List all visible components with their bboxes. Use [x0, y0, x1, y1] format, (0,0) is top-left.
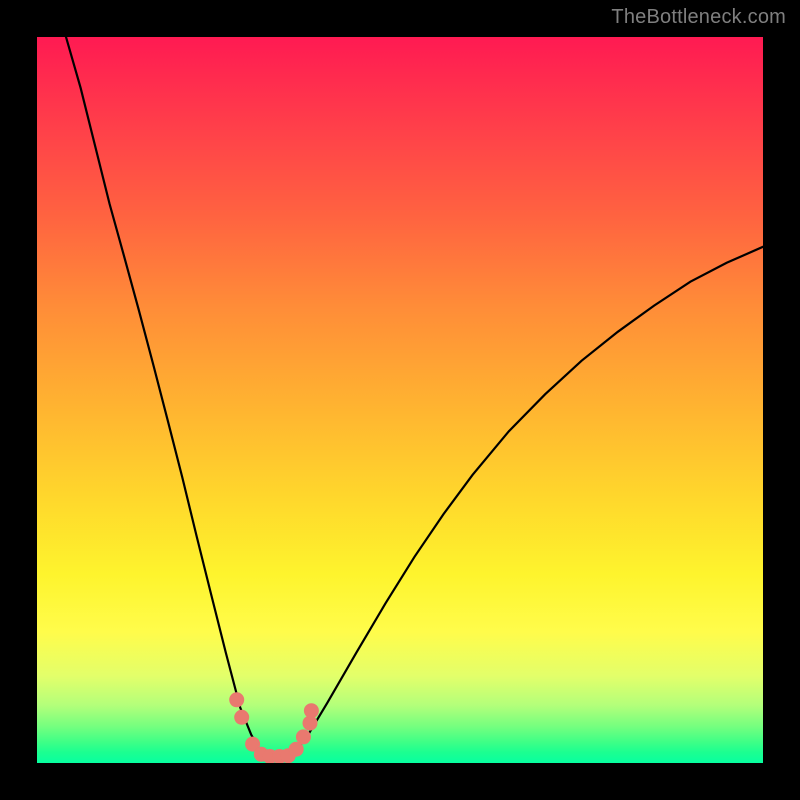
- chart-outer-frame: TheBottleneck.com: [0, 0, 800, 800]
- chart-plot-area: [37, 37, 763, 763]
- chart-svg: [37, 37, 763, 763]
- highlight-dot: [234, 710, 249, 725]
- watermark-text: TheBottleneck.com: [611, 6, 786, 29]
- highlight-dot: [304, 703, 319, 718]
- highlight-dot: [229, 692, 244, 707]
- left-curve: [66, 37, 262, 754]
- right-curve: [291, 247, 763, 755]
- highlight-dots-group: [229, 692, 319, 763]
- curve-group: [66, 37, 763, 757]
- highlight-dot: [296, 729, 311, 744]
